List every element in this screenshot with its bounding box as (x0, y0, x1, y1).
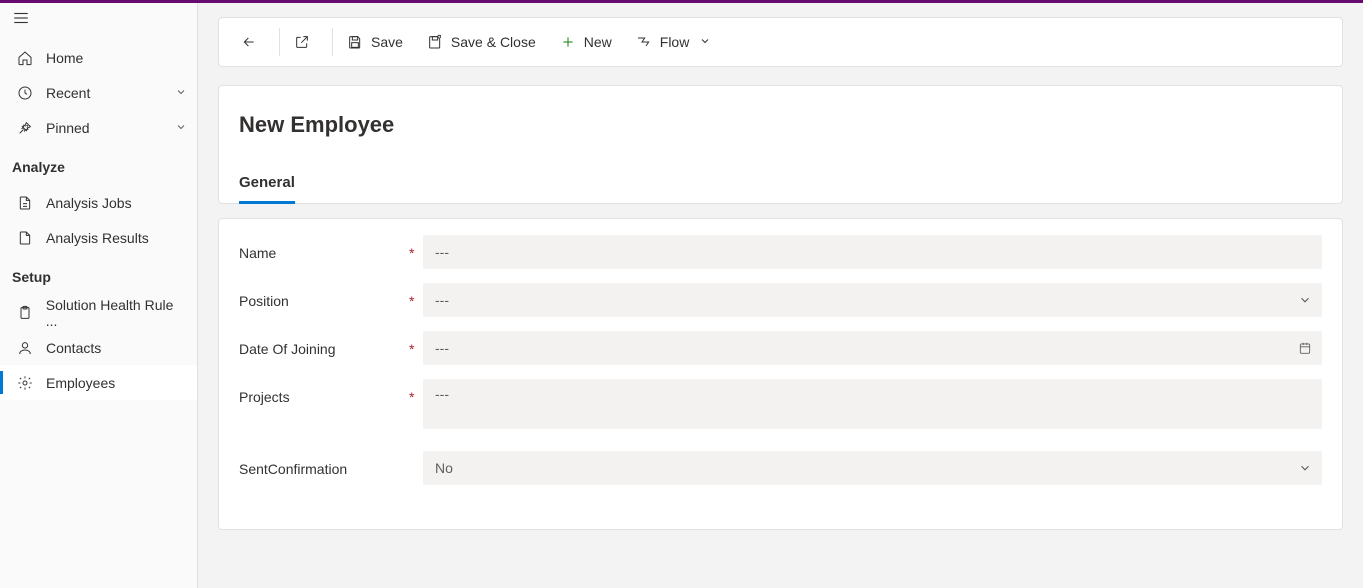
field-label: Name (239, 235, 409, 261)
sidebar-item-label: Recent (46, 85, 90, 101)
sidebar-item-label: Analysis Results (46, 230, 149, 246)
field-label: Date Of Joining (239, 331, 409, 357)
required-indicator (409, 451, 423, 461)
sidebar-item-pinned[interactable]: Pinned (0, 110, 197, 145)
clock-icon (16, 84, 34, 102)
page-title: New Employee (239, 112, 1322, 138)
chevron-down-icon (175, 120, 187, 136)
sidebar-item-analysis-results[interactable]: Analysis Results (0, 220, 197, 255)
projects-input[interactable]: --- (423, 379, 1322, 429)
field-sent-confirmation: SentConfirmation No (239, 451, 1322, 485)
save-close-icon (427, 34, 443, 50)
section-analyze: Analyze (0, 145, 197, 185)
chevron-down-icon (1298, 293, 1312, 307)
chevron-down-icon (1298, 461, 1312, 475)
tab-general[interactable]: General (239, 174, 295, 203)
header-card: New Employee General (218, 85, 1343, 204)
save-close-button[interactable]: Save & Close (415, 18, 548, 66)
field-label: SentConfirmation (239, 451, 409, 477)
sidebar-item-label: Home (46, 50, 83, 66)
new-button[interactable]: New (548, 18, 624, 66)
open-in-new-button[interactable] (282, 18, 330, 66)
required-indicator: * (409, 283, 423, 309)
doj-input[interactable]: --- (423, 331, 1322, 365)
name-input[interactable]: --- (423, 235, 1322, 269)
position-select[interactable]: --- (423, 283, 1322, 317)
sidebar-item-label: Solution Health Rule ... (46, 297, 187, 329)
flow-icon (636, 34, 652, 50)
home-icon (16, 49, 34, 67)
chevron-down-icon (175, 85, 187, 101)
form-card: Name * --- Position * --- Date Of Joinin… (218, 218, 1343, 530)
field-projects: Projects * --- (239, 379, 1322, 429)
save-icon (347, 34, 363, 50)
sidebar: Home Recent Pinned Analyze Analysis Jobs… (0, 3, 198, 588)
flow-button[interactable]: Flow (624, 18, 724, 66)
sidebar-item-solution-health[interactable]: Solution Health Rule ... (0, 295, 197, 330)
sidebar-item-label: Contacts (46, 340, 101, 356)
back-button[interactable] (229, 18, 277, 66)
calendar-icon[interactable] (1298, 341, 1312, 355)
button-label: Save & Close (451, 34, 536, 50)
separator (332, 28, 333, 56)
arrow-left-icon (241, 34, 257, 50)
field-label: Projects (239, 379, 409, 405)
button-label: New (584, 34, 612, 50)
button-label: Flow (660, 34, 690, 50)
clipboard-icon (16, 304, 34, 322)
sidebar-item-label: Employees (46, 375, 115, 391)
sidebar-item-employees[interactable]: Employees (0, 365, 197, 400)
sidebar-item-contacts[interactable]: Contacts (0, 330, 197, 365)
tabs: General (239, 174, 1322, 203)
required-indicator: * (409, 235, 423, 261)
open-new-icon (294, 34, 310, 50)
sent-confirmation-select[interactable]: No (423, 451, 1322, 485)
sidebar-item-analysis-jobs[interactable]: Analysis Jobs (0, 185, 197, 220)
field-label: Position (239, 283, 409, 309)
field-position: Position * --- (239, 283, 1322, 317)
sidebar-item-recent[interactable]: Recent (0, 75, 197, 110)
button-label: Save (371, 34, 403, 50)
required-indicator: * (409, 379, 423, 405)
save-button[interactable]: Save (335, 18, 415, 66)
main-content: Save Save & Close New Flow New Employee … (198, 3, 1363, 588)
chevron-down-icon (699, 34, 711, 50)
document-icon (16, 194, 34, 212)
gear-icon (16, 374, 34, 392)
plus-icon (560, 34, 576, 50)
section-setup: Setup (0, 255, 197, 295)
sidebar-item-label: Pinned (46, 120, 90, 136)
document-icon (16, 229, 34, 247)
required-indicator: * (409, 331, 423, 357)
field-name: Name * --- (239, 235, 1322, 269)
sidebar-item-label: Analysis Jobs (46, 195, 132, 211)
sidebar-item-home[interactable]: Home (0, 40, 197, 75)
hamburger-button[interactable] (0, 3, 197, 40)
field-date-of-joining: Date Of Joining * --- (239, 331, 1322, 365)
person-icon (16, 339, 34, 357)
command-bar: Save Save & Close New Flow (218, 17, 1343, 67)
pin-icon (16, 119, 34, 137)
separator (279, 28, 280, 56)
